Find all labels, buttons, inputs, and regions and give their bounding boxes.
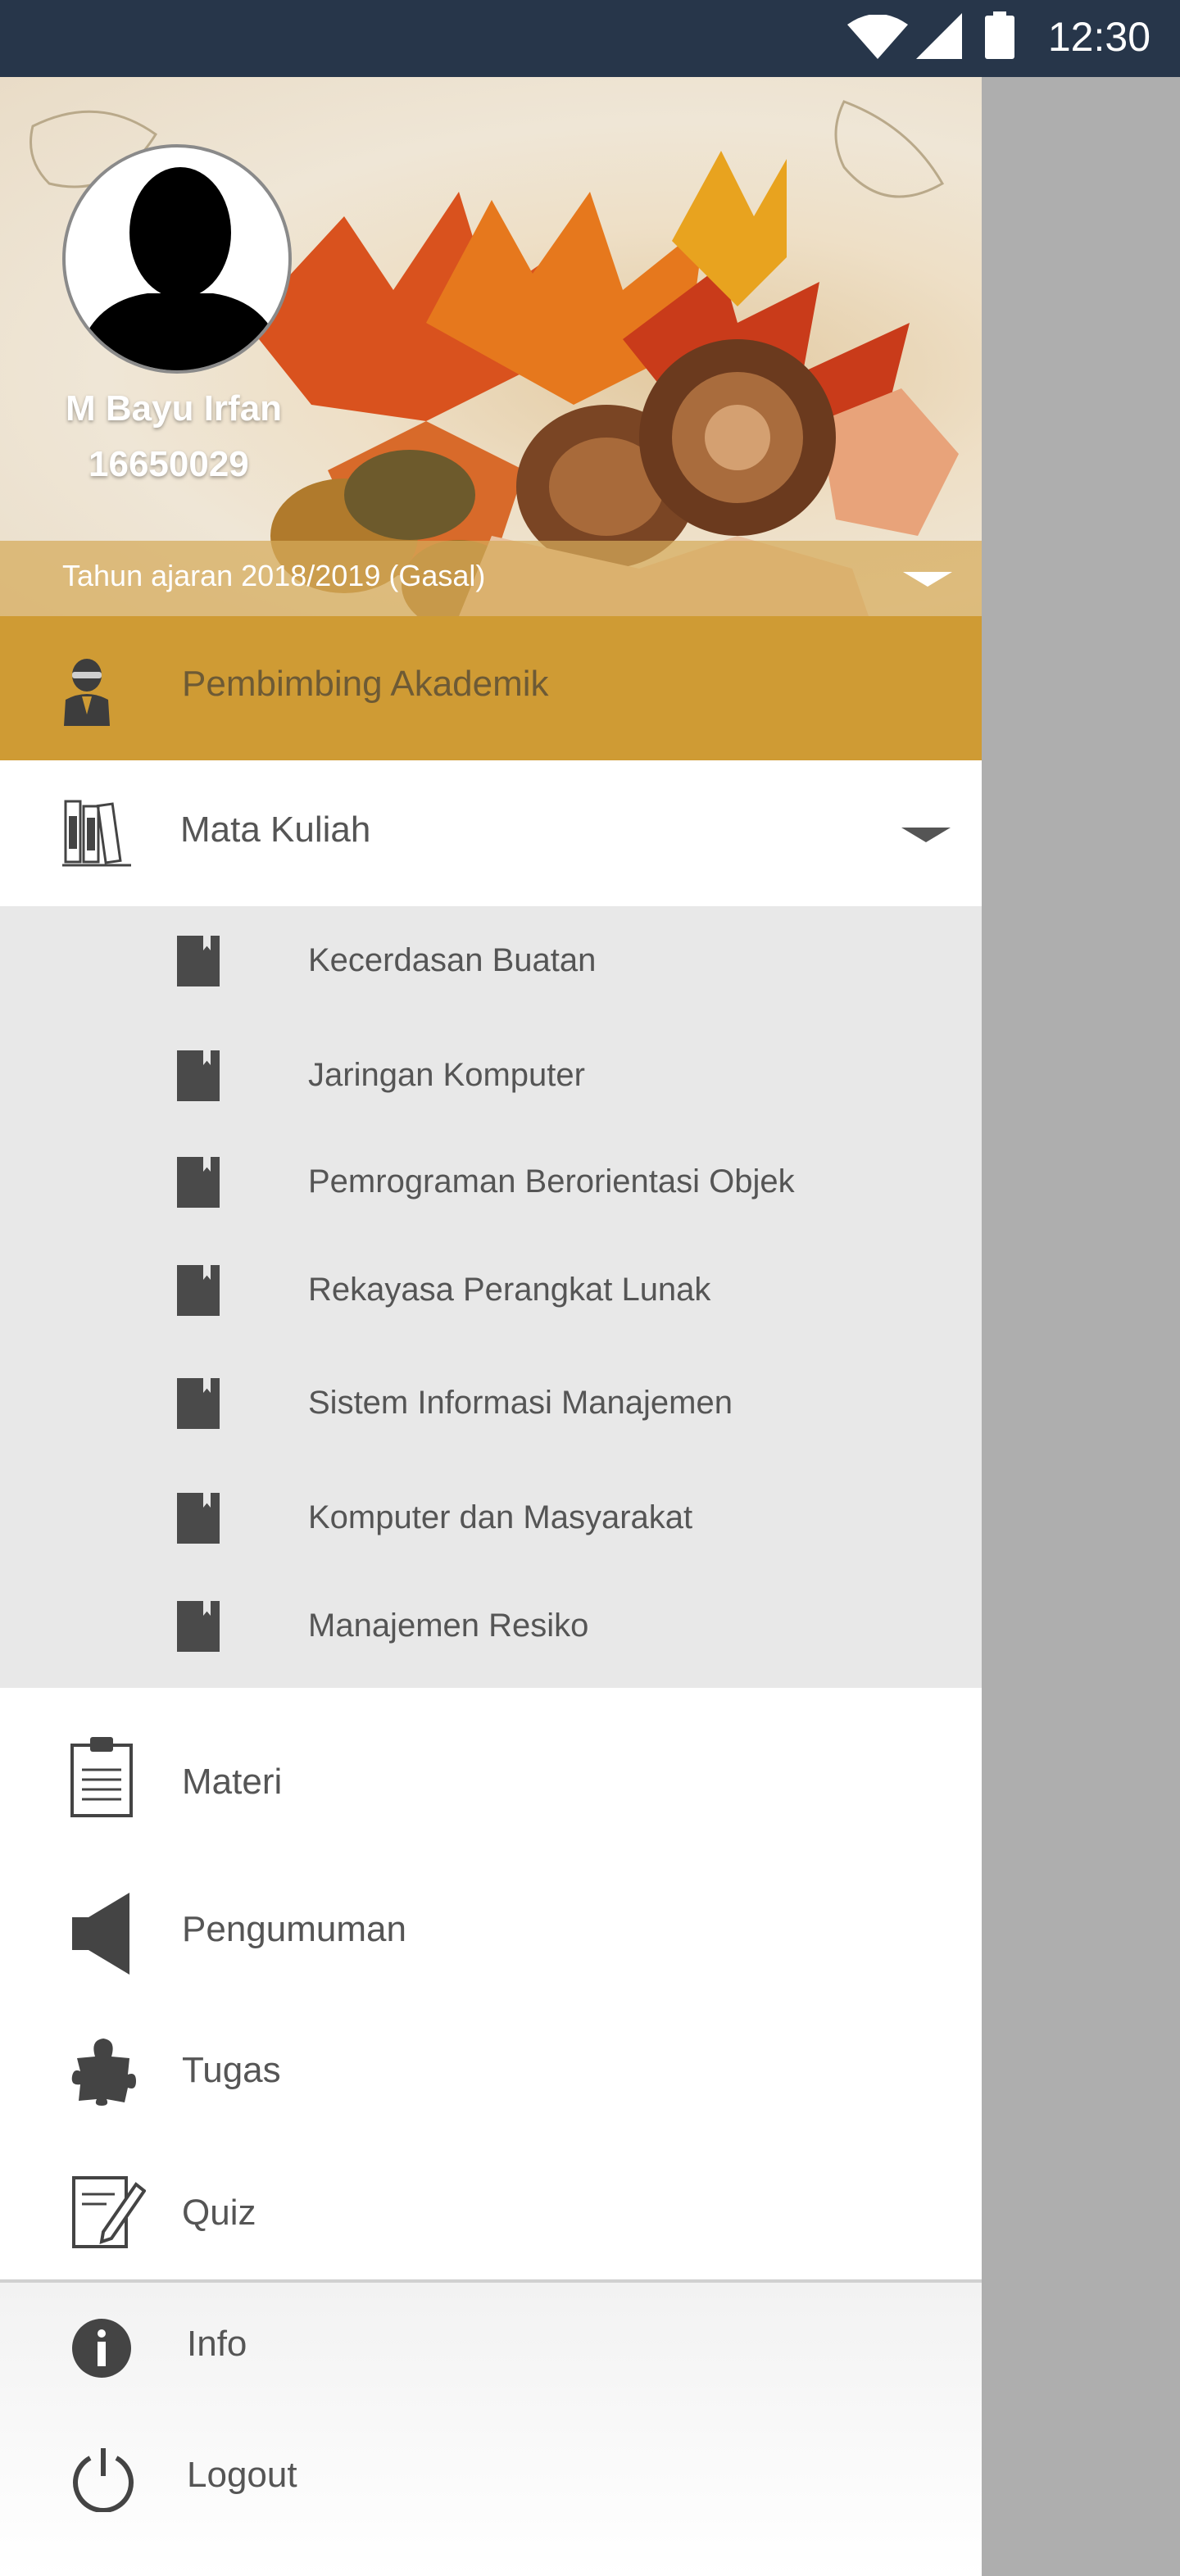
user-name: M Bayu Irfan — [66, 388, 283, 429]
book-icon — [177, 1493, 220, 1544]
advisor-icon — [64, 659, 110, 726]
course-item-label: Pemrograman Berorientasi Objek — [308, 1163, 795, 1200]
books-icon — [62, 800, 131, 867]
drawer-header: M Bayu Irfan 16650029 Tahun ajaran 2018/… — [0, 77, 982, 616]
book-icon — [177, 936, 220, 986]
book-icon — [177, 1050, 220, 1101]
course-item[interactable]: Jaringan Komputer — [0, 1021, 982, 1127]
status-time: 12:30 — [1047, 14, 1150, 60]
menu-item-quiz[interactable]: Quiz — [0, 2143, 982, 2288]
menu-item-courses[interactable]: Mata Kuliah — [0, 760, 982, 906]
book-icon — [177, 1378, 220, 1429]
course-item[interactable]: Rekayasa Perangkat Lunak — [0, 1236, 982, 1342]
course-item-label: Sistem Informasi Manajemen — [308, 1385, 733, 1421]
menu-item-materi[interactable]: Materi — [0, 1712, 982, 1857]
speaker-icon — [72, 1893, 129, 1975]
book-icon — [177, 1265, 220, 1316]
menu-item-materi-label: Materi — [182, 1762, 283, 1802]
course-item[interactable]: Pemrograman Berorientasi Objek — [0, 1127, 982, 1234]
menu-item-info[interactable]: Info — [0, 2283, 982, 2414]
drawer-scrim[interactable] — [982, 77, 1180, 2576]
chevron-down-icon[interactable] — [901, 828, 951, 842]
puzzle-icon — [71, 2039, 136, 2106]
menu-item-tugas[interactable]: Tugas — [0, 2001, 982, 2145]
edit-icon — [72, 2176, 146, 2248]
course-item-label: Jaringan Komputer — [308, 1057, 585, 1093]
book-icon — [177, 1157, 220, 1208]
book-icon — [177, 1601, 220, 1652]
menu-item-quiz-label: Quiz — [182, 2193, 256, 2233]
course-item-label: Kecerdasan Buatan — [308, 942, 597, 978]
course-item[interactable]: Kecerdasan Buatan — [0, 906, 982, 1013]
status-bar: 12:30 — [0, 0, 1180, 77]
course-item-label: Manajemen Resiko — [308, 1608, 589, 1644]
battery-icon — [985, 11, 1014, 59]
menu-item-logout-label: Logout — [187, 2455, 297, 2495]
course-item-label: Komputer dan Masyarakat — [308, 1499, 693, 1535]
wifi-icon — [847, 15, 908, 59]
caret-down-icon — [903, 572, 952, 587]
menu-item-info-label: Info — [187, 2324, 247, 2364]
course-item-label: Rekayasa Perangkat Lunak — [308, 1272, 711, 1308]
menu-item-tugas-label: Tugas — [182, 2050, 281, 2090]
drawer-footer: Info Logout — [0, 2283, 982, 2576]
course-list: Kecerdasan Buatan Jaringan Komputer Pemr… — [0, 906, 982, 1688]
academic-year-selector[interactable]: Tahun ajaran 2018/2019 (Gasal) — [0, 541, 982, 616]
clipboard-icon — [70, 1737, 133, 1817]
user-id: 16650029 — [88, 444, 249, 484]
avatar[interactable] — [62, 144, 292, 374]
menu-item-advisor[interactable]: Pembimbing Akademik — [0, 616, 982, 760]
info-icon — [72, 2319, 131, 2378]
signal-icon — [916, 13, 962, 59]
menu-item-pengumuman[interactable]: Pengumuman — [0, 1860, 982, 2004]
user-silhouette-icon — [75, 167, 286, 370]
course-item[interactable]: Sistem Informasi Manajemen — [0, 1349, 982, 1455]
course-item[interactable]: Manajemen Resiko — [0, 1571, 982, 1678]
power-icon — [73, 2448, 134, 2512]
menu-item-logout[interactable]: Logout — [0, 2414, 982, 2545]
navigation-drawer: M Bayu Irfan 16650029 Tahun ajaran 2018/… — [0, 77, 982, 2576]
course-item[interactable]: Komputer dan Masyarakat — [0, 1463, 982, 1570]
academic-year-label: Tahun ajaran 2018/2019 (Gasal) — [62, 559, 486, 592]
menu-item-advisor-label: Pembimbing Akademik — [182, 664, 549, 704]
menu-item-pengumuman-label: Pengumuman — [182, 1909, 406, 1949]
menu-item-courses-label: Mata Kuliah — [180, 810, 371, 850]
